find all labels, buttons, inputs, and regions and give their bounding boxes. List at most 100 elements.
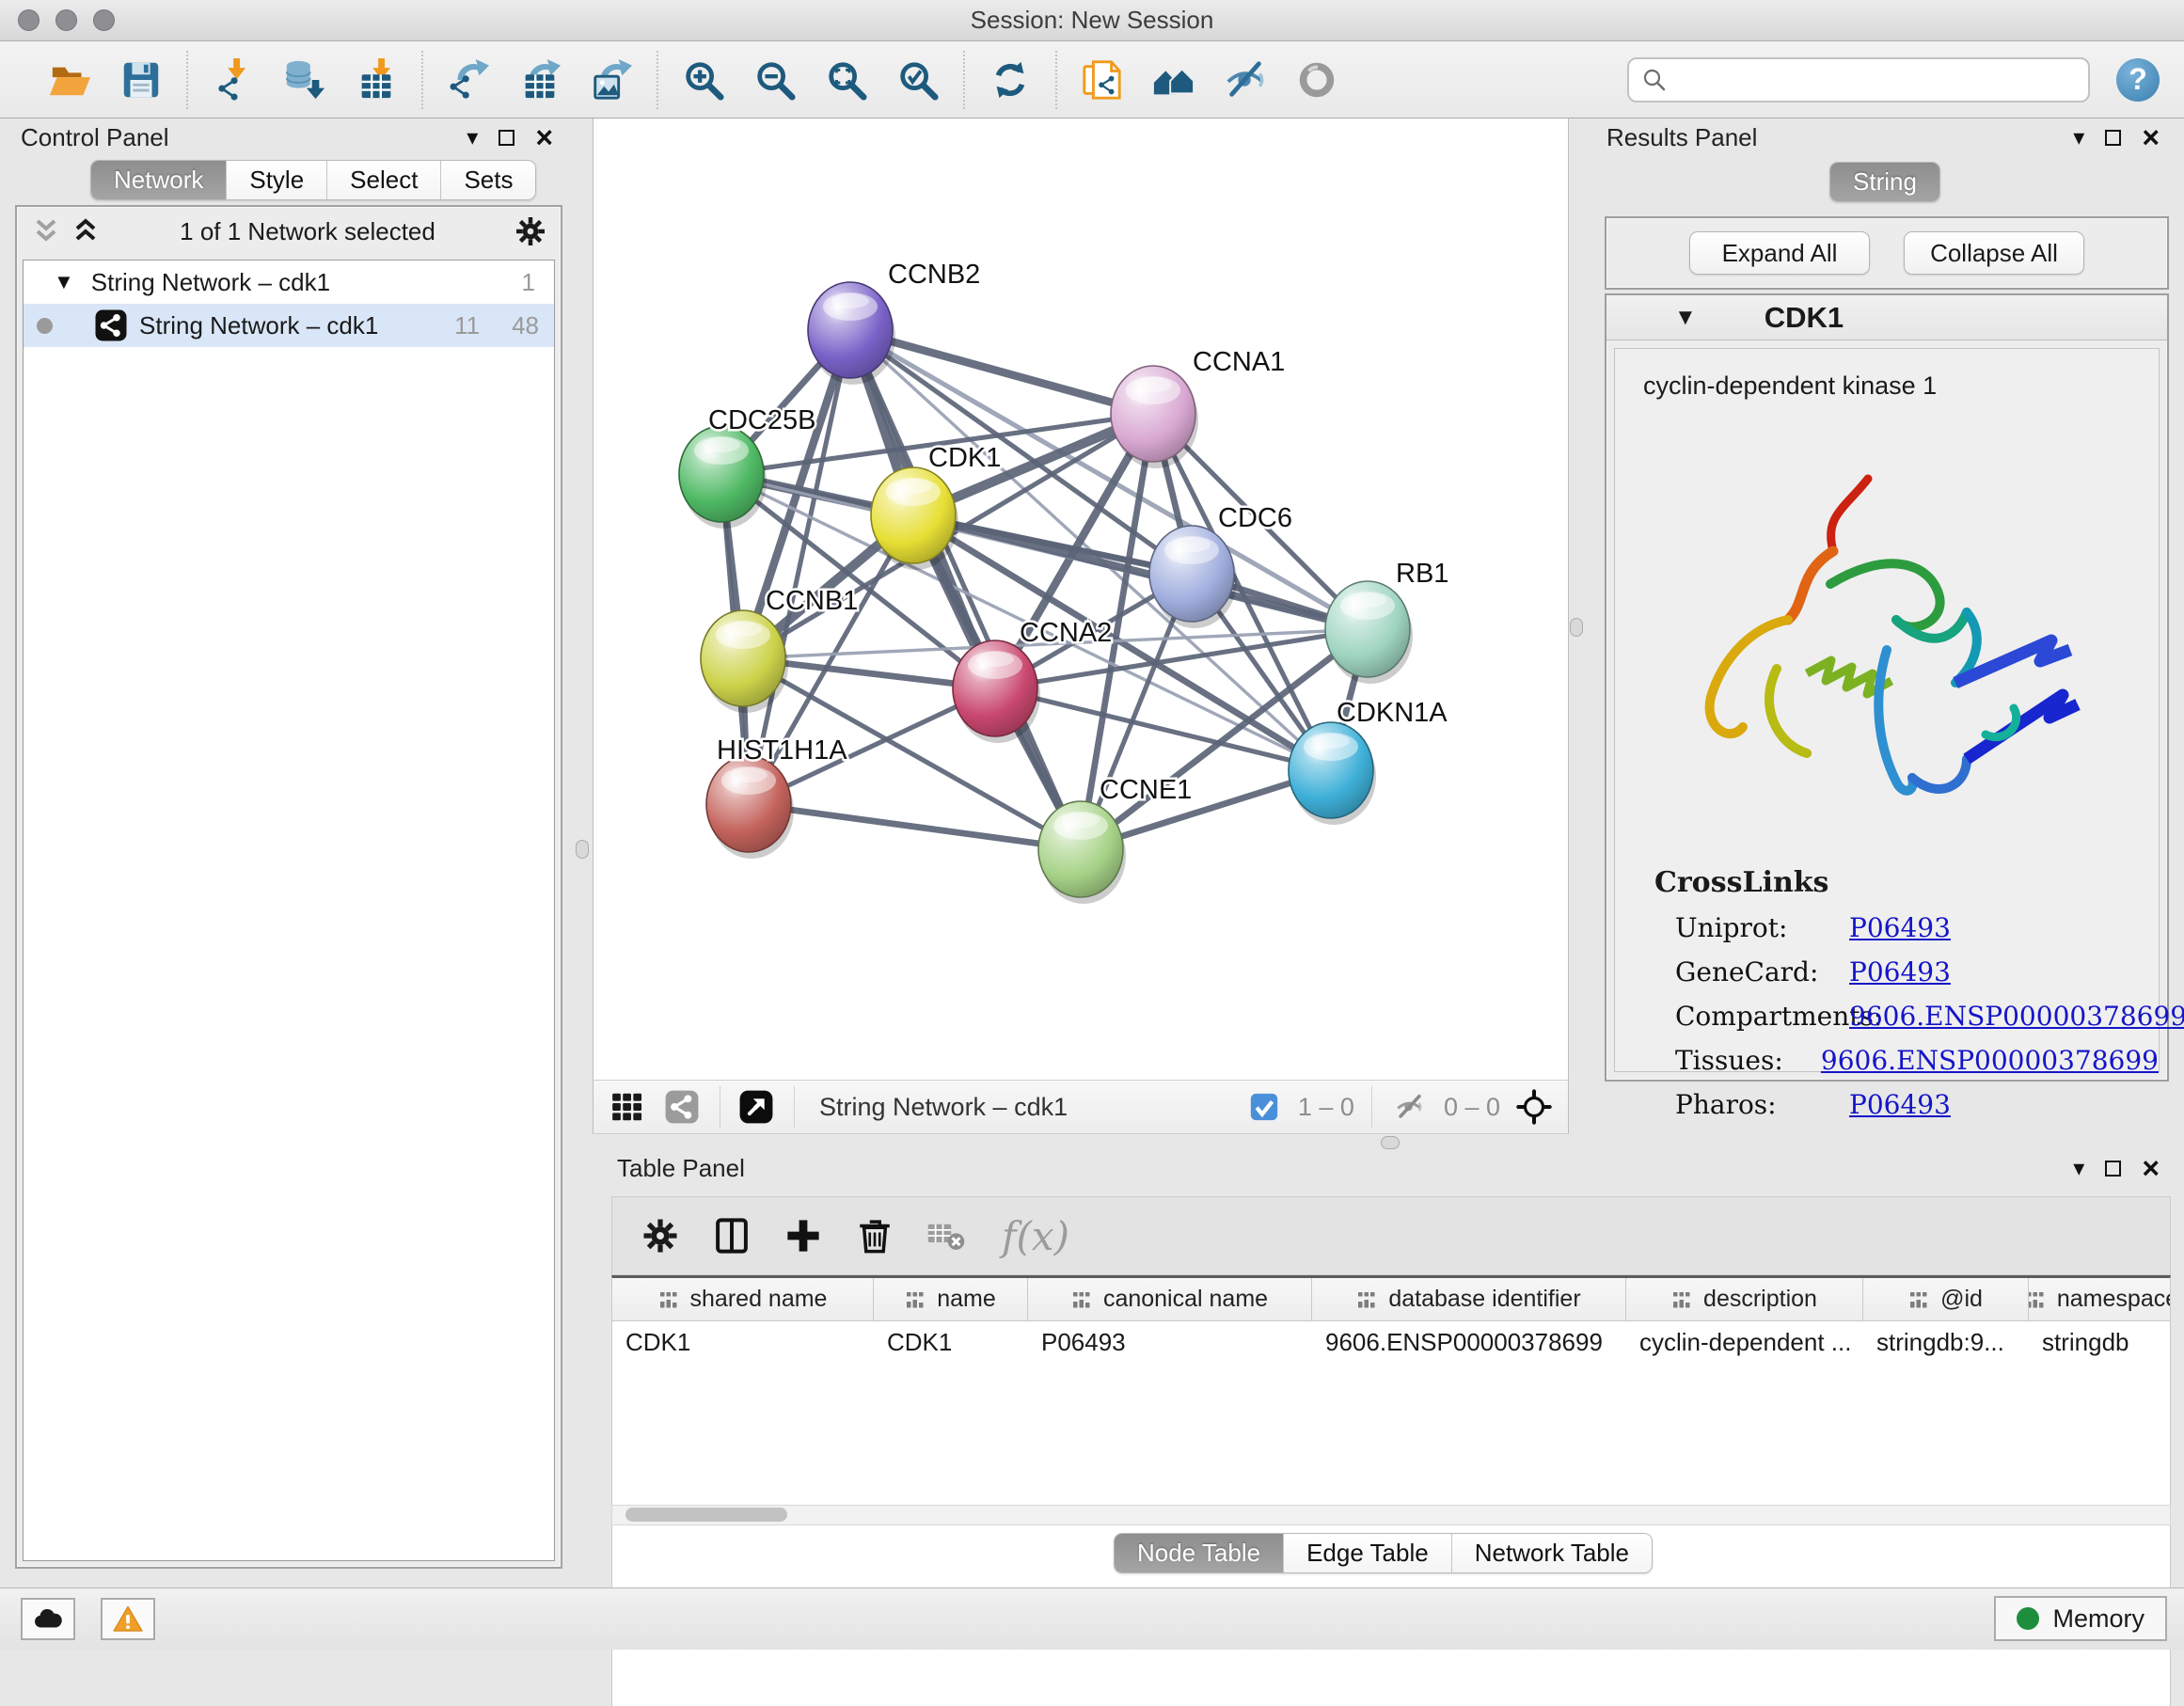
hide-panel-icon[interactable] bbox=[1221, 55, 1270, 104]
home-icon[interactable] bbox=[1149, 55, 1198, 104]
splitter-handle[interactable] bbox=[1570, 618, 1583, 637]
help-button[interactable]: ? bbox=[2116, 58, 2160, 102]
show-grid-icon[interactable] bbox=[607, 1086, 648, 1128]
add-column-icon[interactable] bbox=[782, 1214, 825, 1257]
splitter-handle[interactable] bbox=[1381, 1136, 1400, 1149]
panel-float-icon[interactable] bbox=[2105, 130, 2121, 146]
graph-node-CCNA1[interactable]: CCNA1 bbox=[1111, 347, 1285, 468]
tab-sets[interactable]: Sets bbox=[441, 161, 535, 199]
column-header-database-identifier[interactable]: database identifier bbox=[1312, 1278, 1626, 1320]
crosslink-uniprot-link[interactable]: P06493 bbox=[1849, 912, 1951, 943]
zoom-window-button[interactable] bbox=[93, 9, 115, 31]
close-window-button[interactable] bbox=[18, 9, 40, 31]
scrollbar-thumb[interactable] bbox=[625, 1508, 787, 1522]
table-row[interactable]: CDK1CDK1P064939606.ENSP00000378699cyclin… bbox=[612, 1321, 2170, 1363]
node-label-HIST1H1A: HIST1H1A bbox=[717, 735, 847, 766]
minimize-window-button[interactable] bbox=[55, 9, 77, 31]
node-details-box: ▼ CDK1 cyclin-dependent kinase 1 bbox=[1605, 293, 2169, 1082]
import-table-icon[interactable] bbox=[352, 55, 401, 104]
zoom-in-icon[interactable] bbox=[679, 55, 728, 104]
panel-close-icon[interactable]: × bbox=[2142, 122, 2160, 152]
export-network-icon[interactable] bbox=[444, 55, 493, 104]
node-label-CDC25B: CDC25B bbox=[708, 405, 815, 435]
column-label: description bbox=[1703, 1286, 1817, 1313]
crosslink-pharos-link[interactable]: P06493 bbox=[1849, 1089, 1951, 1120]
export-table-icon[interactable] bbox=[515, 55, 564, 104]
birds-eye-view-icon[interactable] bbox=[736, 1086, 777, 1128]
zoom-fit-icon[interactable] bbox=[822, 55, 871, 104]
graph-edge-CDK1-RB1[interactable] bbox=[913, 515, 1368, 629]
expand-all-button[interactable]: Expand All bbox=[1689, 231, 1870, 275]
table-panel-header: Table Panel ▾ × bbox=[596, 1149, 2184, 1187]
collection-count: 1 bbox=[522, 268, 535, 297]
column-header-canonical-name[interactable]: canonical name bbox=[1028, 1278, 1312, 1320]
network-collection-row[interactable]: ▼ String Network – cdk1 1 bbox=[24, 261, 554, 304]
tab-style[interactable]: Style bbox=[227, 161, 327, 199]
network-canvas[interactable]: CCNB2CCNA1CDC25BCDK1CDC6RB1CCNB1CCNA2CDK… bbox=[593, 118, 1569, 1080]
control-panel-title: Control Panel bbox=[21, 123, 169, 152]
tab-string[interactable]: String bbox=[1830, 163, 1939, 201]
string-view-icon[interactable] bbox=[661, 1086, 703, 1128]
graph-node-CDC6[interactable]: CDC6 bbox=[1149, 503, 1292, 628]
crosslink-compartments-link[interactable]: 9606.ENSP00000378699 bbox=[1849, 1001, 2184, 1032]
show-panel-icon[interactable] bbox=[1292, 55, 1341, 104]
save-icon[interactable] bbox=[117, 55, 166, 104]
table-options-gear-icon[interactable] bbox=[639, 1214, 682, 1257]
tab-network-table[interactable]: Network Table bbox=[1452, 1534, 1652, 1572]
column-header-name[interactable]: name bbox=[874, 1278, 1028, 1320]
collection-expander-icon[interactable]: ▼ bbox=[54, 270, 74, 294]
search-input[interactable] bbox=[1669, 65, 2077, 94]
network-options-gear-icon[interactable] bbox=[514, 214, 547, 248]
panel-collapse-icon[interactable]: ▾ bbox=[2073, 124, 2084, 151]
graph-node-RB1[interactable]: RB1 bbox=[1325, 559, 1448, 684]
network-row-selected[interactable]: String Network – cdk1 11 48 bbox=[24, 304, 554, 347]
column-header-shared-name[interactable]: shared name bbox=[612, 1278, 874, 1320]
panel-close-icon[interactable]: × bbox=[535, 122, 553, 152]
import-database-icon[interactable] bbox=[280, 55, 329, 104]
table-horizontal-scrollbar[interactable] bbox=[611, 1505, 2171, 1525]
zoom-out-icon[interactable] bbox=[751, 55, 799, 104]
open-icon[interactable] bbox=[45, 55, 94, 104]
panel-collapse-icon[interactable]: ▾ bbox=[467, 124, 478, 151]
crosslink-tissues-link[interactable]: 9606.ENSP00000378699 bbox=[1821, 1045, 2159, 1076]
collapse-all-button[interactable]: Collapse All bbox=[1904, 231, 2084, 275]
warnings-button[interactable] bbox=[101, 1598, 155, 1640]
graph-node-CCNB2[interactable]: CCNB2 bbox=[808, 260, 980, 385]
panel-collapse-icon[interactable]: ▾ bbox=[2073, 1155, 2084, 1182]
tab-node-table[interactable]: Node Table bbox=[1115, 1534, 1284, 1572]
cloud-status-button[interactable] bbox=[21, 1598, 75, 1640]
graph-node-CDKN1A[interactable]: CDKN1A bbox=[1289, 698, 1448, 825]
tab-network[interactable]: Network bbox=[91, 161, 227, 199]
crosslink-genecard-link[interactable]: P06493 bbox=[1849, 956, 1951, 987]
expand-all-networks-icon[interactable] bbox=[30, 215, 62, 247]
panel-float-icon[interactable] bbox=[2105, 1161, 2121, 1177]
panel-close-icon[interactable]: × bbox=[2142, 1153, 2160, 1183]
graph-node-CCNE1[interactable]: CCNE1 bbox=[1038, 775, 1192, 904]
memory-button[interactable]: Memory bbox=[1994, 1596, 2167, 1641]
graph-node-HIST1H1A[interactable]: HIST1H1A bbox=[706, 735, 847, 859]
node-details-header[interactable]: ▼ CDK1 bbox=[1606, 295, 2167, 340]
fit-selected-crosshair-icon[interactable] bbox=[1513, 1086, 1555, 1128]
tab-select[interactable]: Select bbox=[327, 161, 441, 199]
tab-edge-table[interactable]: Edge Table bbox=[1284, 1534, 1452, 1572]
column-header--id[interactable]: @id bbox=[1863, 1278, 2029, 1320]
show-columns-icon[interactable] bbox=[710, 1214, 753, 1257]
search-box[interactable] bbox=[1627, 57, 2090, 103]
import-network-icon[interactable] bbox=[209, 55, 258, 104]
selected-checkbox-icon[interactable] bbox=[1243, 1086, 1285, 1128]
node-expander-icon[interactable]: ▼ bbox=[1674, 305, 1697, 331]
collapse-all-networks-icon[interactable] bbox=[70, 215, 102, 247]
export-image-icon[interactable] bbox=[587, 55, 636, 104]
delete-column-icon[interactable] bbox=[853, 1214, 896, 1257]
graph-edge-HIST1H1A-CCNE1[interactable] bbox=[749, 804, 1081, 849]
graph-edge-CCNB2-HIST1H1A[interactable] bbox=[749, 330, 850, 804]
column-header-namespace[interactable]: namespace bbox=[2029, 1278, 2171, 1320]
zoom-selected-icon[interactable] bbox=[894, 55, 942, 104]
splitter-handle[interactable] bbox=[576, 840, 589, 859]
column-header-description[interactable]: description bbox=[1626, 1278, 1863, 1320]
graph-edge-CCNB2-CCNE1[interactable] bbox=[850, 330, 1081, 849]
refresh-icon[interactable] bbox=[986, 55, 1035, 104]
network-from-file-icon[interactable] bbox=[1078, 55, 1127, 104]
crosslink-label: Compartments: bbox=[1675, 1001, 1849, 1032]
panel-float-icon[interactable] bbox=[499, 130, 514, 146]
